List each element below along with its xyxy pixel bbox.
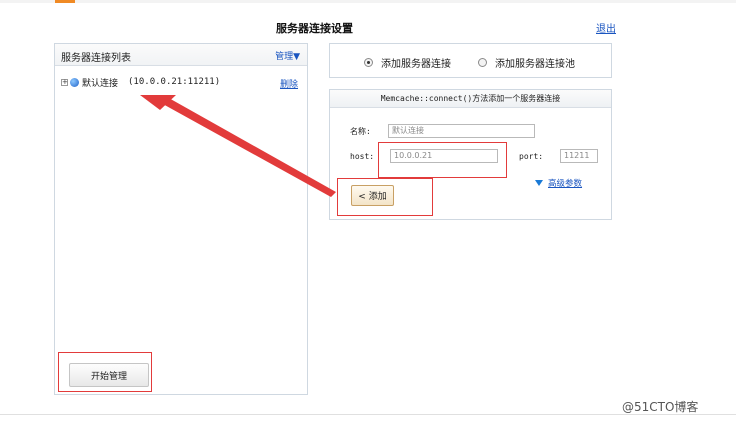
advanced-params-label: 高级参数 [548, 179, 583, 189]
top-accent [55, 0, 75, 3]
server-name: 默认连接 [82, 78, 119, 89]
expand-plus-icon[interactable]: + [61, 78, 68, 86]
footer-strip [0, 414, 736, 424]
server-list-panel: 服务器连接列表 管理▼ + 默认连接 (10.0.0.21:11211) 删除 … [54, 43, 308, 395]
manage-dropdown[interactable]: 管理▼ [275, 49, 300, 62]
name-input[interactable]: 默认连接 [388, 124, 535, 138]
port-input[interactable]: 11211 [560, 149, 598, 163]
logout-link[interactable]: 退出 [596, 20, 616, 35]
name-label: 名称: [350, 127, 371, 136]
page-title: 服务器连接设置 [276, 22, 353, 35]
triangle-down-icon [535, 180, 543, 186]
globe-icon [70, 77, 79, 87]
add-button[interactable]: < 添加 [351, 185, 394, 206]
host-label: host: [350, 152, 375, 161]
advanced-params-link[interactable]: 高级参数 [535, 177, 582, 189]
radio-add-pool-label: 添加服务器连接池 [495, 59, 575, 70]
port-label: port: [519, 152, 544, 161]
top-strip [0, 0, 736, 3]
radio-unchecked-icon[interactable] [478, 58, 487, 67]
server-list-header: 服务器连接列表 管理▼ [55, 44, 307, 66]
watermark: @51CTO博客 [622, 400, 699, 414]
server-list-title: 服务器连接列表 [61, 53, 131, 64]
add-connection-form: Memcache::connect()方法添加一个服务器连接 名称: 默认连接 … [329, 89, 612, 220]
form-header: Memcache::connect()方法添加一个服务器连接 [330, 90, 611, 108]
server-address: (10.0.0.21:11211) [128, 77, 221, 87]
radio-add-connection[interactable]: 添加服务器连接 [364, 55, 451, 70]
radio-checked-icon[interactable] [364, 58, 373, 67]
delete-link[interactable]: 删除 [280, 77, 298, 90]
radio-add-connection-label: 添加服务器连接 [381, 59, 451, 70]
server-tree-item[interactable]: + 默认连接 (10.0.0.21:11211) [61, 75, 220, 89]
host-input[interactable]: 10.0.0.21 [390, 149, 498, 163]
start-manage-button[interactable]: 开始管理 [69, 363, 149, 387]
connection-mode-box: 添加服务器连接 添加服务器连接池 [329, 43, 612, 78]
radio-add-pool[interactable]: 添加服务器连接池 [478, 55, 575, 70]
